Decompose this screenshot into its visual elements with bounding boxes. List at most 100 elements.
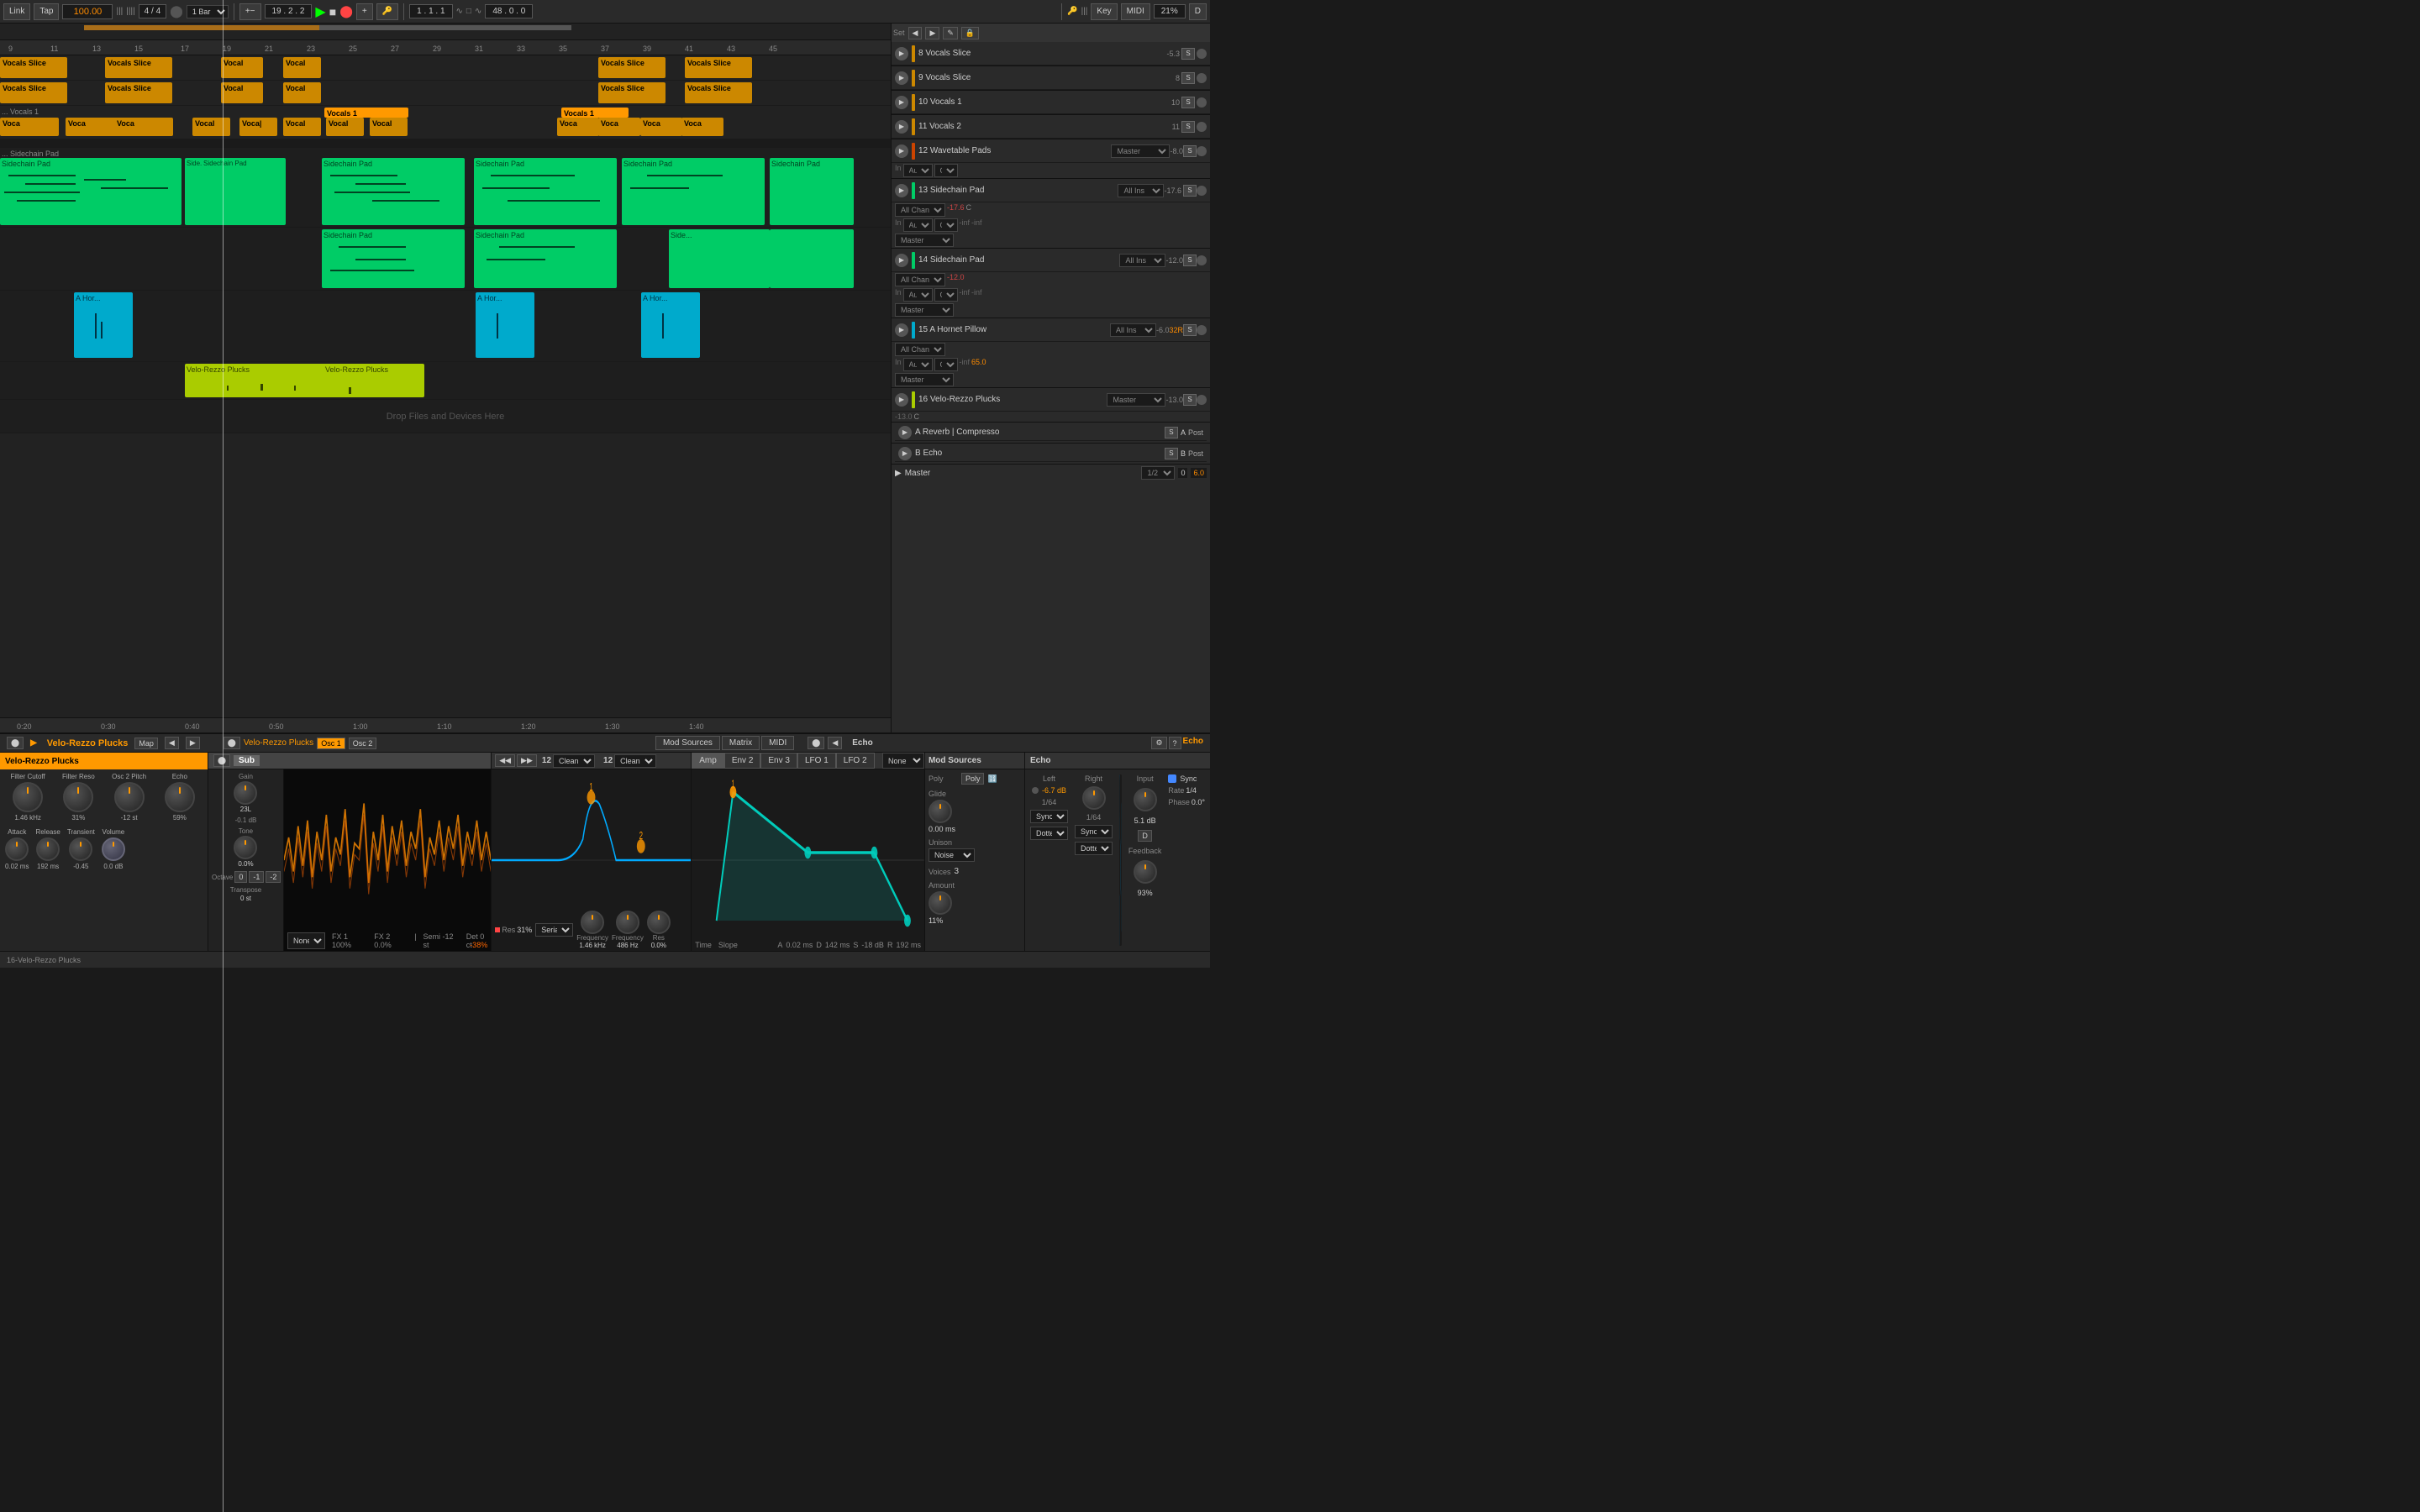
filter-clean-select[interactable]: Clean [553, 754, 595, 768]
env-none-select[interactable]: None [882, 753, 924, 769]
clip-10-4[interactable]: Vocal [192, 118, 230, 136]
track-14-off[interactable]: Off [934, 288, 958, 302]
track-16-name[interactable]: 16 Velo-Rezzo Plucks [918, 395, 1107, 404]
clip-9-2[interactable]: Vocals Slice [105, 82, 172, 103]
unison-select[interactable]: Noise [929, 848, 975, 862]
track-12-output[interactable]: Master [1111, 144, 1170, 158]
position-display[interactable]: 19 . 2 . 2 [265, 4, 313, 18]
amp-tab[interactable]: Amp [692, 753, 724, 769]
clip-10-8[interactable]: Vocal [370, 118, 408, 136]
track-lane-10[interactable]: ... Vocals 1 Voca Voca Voca Vocal Voca| … [0, 106, 891, 139]
track-14-name[interactable]: 14 Sidechain Pad [918, 255, 1119, 265]
track-15-output[interactable]: Master [895, 373, 954, 386]
filter-nav-left[interactable]: ◀◀ [495, 754, 515, 767]
clip-10-3[interactable]: Voca [114, 118, 173, 136]
time-sig-display[interactable]: 4 / 4 [139, 4, 166, 18]
set-lock-button[interactable]: 🔒 [961, 27, 979, 39]
clip-13-6[interactable]: Sidechain Pad [622, 158, 765, 225]
track-14-play[interactable]: ▶ [895, 254, 908, 267]
clip-13-3[interactable]: Sidechain Pad [202, 158, 286, 225]
clip-14-2[interactable]: Sidechain Pad [474, 229, 617, 288]
echo-help[interactable]: ? [1169, 737, 1181, 749]
clip-14-1[interactable]: Sidechain Pad [322, 229, 465, 288]
record-button[interactable]: ⬤ [339, 4, 353, 18]
track-16-s[interactable]: S [1183, 394, 1197, 406]
track-8-s[interactable]: S [1181, 48, 1195, 60]
tone-knob[interactable] [234, 836, 257, 859]
set-edit-button[interactable]: ✎ [943, 27, 958, 39]
attack-knob[interactable] [5, 837, 29, 861]
add-button[interactable]: +− [239, 3, 261, 20]
track-9-name[interactable]: 9 Vocals Slice [918, 73, 1176, 82]
glide-knob[interactable] [929, 800, 952, 823]
oct-0[interactable]: 0 [234, 871, 247, 883]
track-13-play[interactable]: ▶ [895, 184, 908, 197]
device-map-btn[interactable]: Map [134, 738, 158, 749]
clip-14-3[interactable]: Side... [669, 229, 770, 288]
track-10-monitor[interactable] [1197, 97, 1207, 108]
echo-dotted-r[interactable]: Dotted [1075, 842, 1113, 855]
clip-10-1[interactable]: Voca [0, 118, 59, 136]
track-11-monitor[interactable] [1197, 122, 1207, 132]
time-display[interactable]: 48 . 0 . 0 [485, 4, 533, 18]
filter-clean-select-2[interactable]: Clean [614, 754, 656, 768]
track-lane-16[interactable]: Velo-Rezzo Plucks Velo-Rezzo Plucks [0, 362, 891, 399]
track-15-input[interactable]: All Ins [1110, 323, 1156, 337]
track-13-input[interactable]: All Ins [1118, 184, 1164, 197]
track-14-s[interactable]: S [1183, 255, 1197, 266]
track-11-name[interactable]: 11 Vocals 2 [918, 122, 1172, 131]
clip-vocals-slice-1[interactable]: Vocals Slice [0, 57, 67, 78]
clip-vocal-4[interactable]: Vocal [283, 57, 321, 78]
track-10-name[interactable]: 10 Vocals 1 [918, 97, 1171, 107]
mod-sources-tab[interactable]: Mod Sources [655, 736, 720, 750]
clip-vocal-3[interactable]: Vocal [221, 57, 263, 78]
echo-sync-select-l[interactable]: Sync [1030, 810, 1068, 823]
clip-10-12[interactable]: Voca [681, 118, 723, 136]
clip-9-1[interactable]: Vocals Slice [0, 82, 67, 103]
track-12-monitor[interactable] [1197, 146, 1207, 156]
return-a-post[interactable]: Post [1188, 428, 1203, 437]
clip-13-7[interactable]: Sidechain Pad [770, 158, 854, 225]
tap-button[interactable]: Tap [34, 3, 59, 20]
clip-15-2[interactable]: A Hor... [476, 292, 534, 358]
echo-prev[interactable]: ◀ [828, 737, 842, 749]
input-knob[interactable] [1134, 788, 1157, 811]
clip-9-6[interactable]: Vocals Slice [685, 82, 752, 103]
track-15-play[interactable]: ▶ [895, 323, 908, 337]
clip-16-2[interactable]: Velo-Rezzo Plucks [324, 364, 424, 397]
oct-1[interactable]: -1 [249, 871, 264, 883]
clip-9-4[interactable]: Vocal [283, 82, 321, 103]
matrix-tab[interactable]: Matrix [722, 736, 760, 750]
master-play[interactable]: ▶ [895, 469, 902, 478]
clip-9-3[interactable]: Vocal [221, 82, 263, 103]
stop-button[interactable]: ■ [329, 5, 336, 18]
track-9-s[interactable]: S [1181, 72, 1195, 84]
volume-knob[interactable] [102, 837, 125, 861]
freq-knob-2[interactable] [616, 911, 639, 934]
play-button[interactable]: ▶ [315, 3, 325, 20]
track-14-output[interactable]: Master [895, 303, 954, 317]
track-11-play[interactable]: ▶ [895, 120, 908, 134]
res-knob-2[interactable] [647, 911, 671, 934]
filter-mode[interactable]: Serial [535, 923, 573, 937]
lfo2-tab[interactable]: LFO 2 [836, 753, 875, 769]
track-15-auto[interactable]: Auto [903, 358, 933, 371]
clip-15-3[interactable]: A Hor... [641, 292, 700, 358]
track-14-input[interactable]: All Ins [1119, 254, 1165, 267]
clip-vocals-slice-2[interactable]: Vocals Slice [105, 57, 172, 78]
macro-3-knob[interactable] [114, 782, 145, 812]
env3-tab[interactable]: Env 3 [760, 753, 797, 769]
track-13-monitor[interactable] [1197, 186, 1207, 196]
poly-btn[interactable]: Poly [961, 773, 985, 785]
return-b-post[interactable]: Post [1188, 449, 1203, 458]
track-8-name[interactable]: 8 Vocals Slice [918, 49, 1166, 58]
transient-knob[interactable] [69, 837, 92, 861]
clip-10-10[interactable]: Voca [598, 118, 640, 136]
clip-16-1[interactable]: Velo-Rezzo Plucks [185, 364, 340, 397]
device-next[interactable]: ▶ [186, 737, 200, 749]
return-a-play[interactable]: ▶ [898, 426, 912, 439]
track-lane-8[interactable]: Vocals Slice Vocals Slice Vocal Vocal Vo… [0, 55, 891, 80]
clip-10-7[interactable]: Vocal [326, 118, 364, 136]
track-13-name[interactable]: 13 Sidechain Pad [918, 186, 1118, 195]
track-drop-area[interactable]: Drop Files and Devices Here [0, 400, 891, 433]
